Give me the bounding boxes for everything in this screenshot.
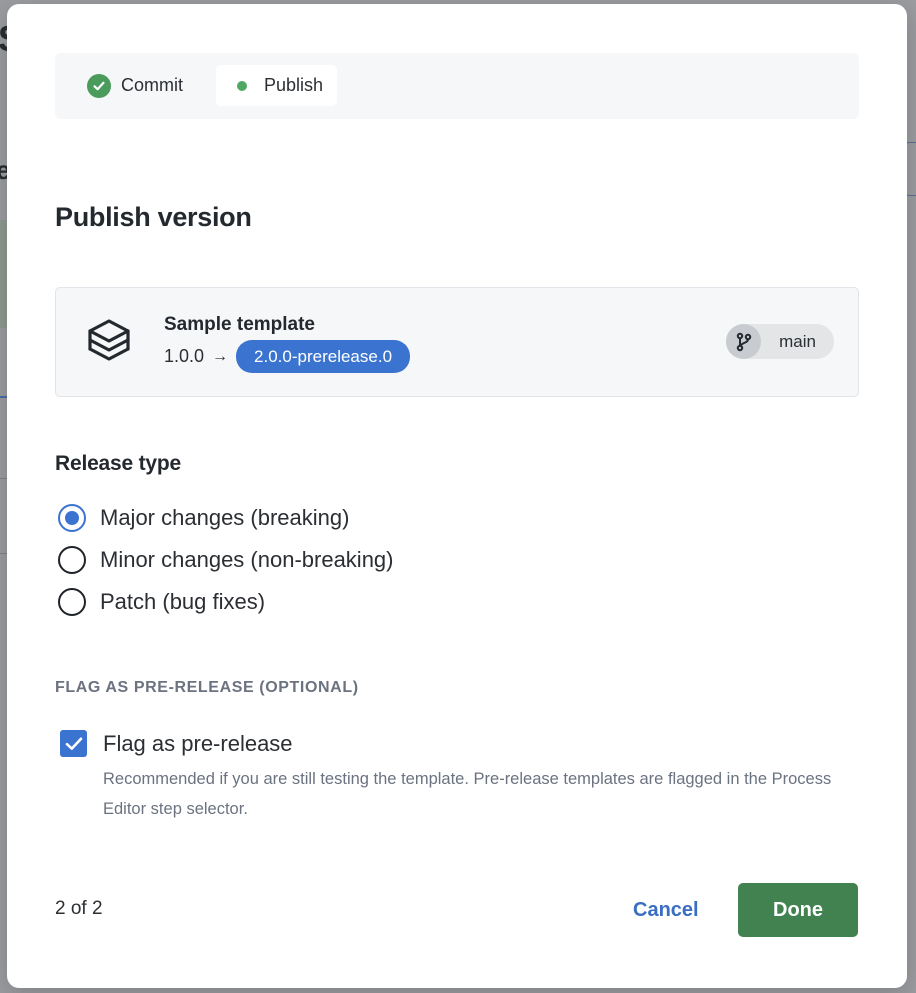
layers-icon [88, 319, 130, 361]
step-publish[interactable]: Publish [216, 65, 338, 106]
template-name: Sample template [164, 314, 315, 335]
step-counter: 2 of 2 [55, 898, 103, 919]
arrow-right-icon: → [212, 347, 229, 365]
current-step-dot-icon [230, 74, 254, 98]
next-version-badge: 2.0.0-prerelease.0 [236, 340, 411, 373]
check-circle-icon [87, 73, 111, 98]
step-label: Publish [264, 75, 324, 95]
prerelease-heading: FLAG AS PRE-RELEASE (OPTIONAL) [55, 679, 359, 696]
stepper: Commit Publish [55, 53, 859, 119]
radio-selected-icon[interactable] [58, 504, 86, 532]
radio-label: Major changes (breaking) [100, 505, 350, 530]
version-change: 1.0.0 → 2.0.0-prerelease.0 [164, 340, 411, 373]
cancel-button[interactable]: Cancel [619, 884, 713, 936]
checkbox-label: Flag as pre-release [103, 730, 293, 756]
checkbox-checked-icon[interactable] [60, 730, 87, 757]
prerelease-checkbox-row[interactable]: Flag as pre-release [60, 730, 293, 757]
step-commit[interactable]: Commit [73, 65, 197, 106]
radio-unselected-icon[interactable] [58, 546, 86, 574]
current-version: 1.0.0 [164, 346, 205, 366]
dialog-title: Publish version [55, 202, 252, 232]
radio-label: Minor changes (non-breaking) [100, 547, 394, 572]
prerelease-help-text: Recommended if you are still testing the… [103, 770, 832, 818]
radio-unselected-icon[interactable] [58, 588, 86, 616]
template-card: Sample template 1.0.0 → 2.0.0-prerelease… [55, 287, 859, 397]
radio-label: Patch (bug fixes) [100, 589, 266, 614]
step-label: Commit [121, 75, 183, 95]
radio-major[interactable]: Major changes (breaking) [58, 502, 349, 534]
publish-dialog: Commit Publish Publish version Sample te… [7, 4, 907, 988]
branch-name: main [779, 331, 816, 351]
done-button[interactable]: Done [738, 883, 858, 937]
radio-patch[interactable]: Patch (bug fixes) [58, 586, 265, 618]
radio-minor[interactable]: Minor changes (non-breaking) [58, 544, 394, 576]
release-type-heading: Release type [55, 452, 182, 475]
git-branch-icon [726, 324, 762, 359]
branch-pill: main [726, 324, 834, 359]
